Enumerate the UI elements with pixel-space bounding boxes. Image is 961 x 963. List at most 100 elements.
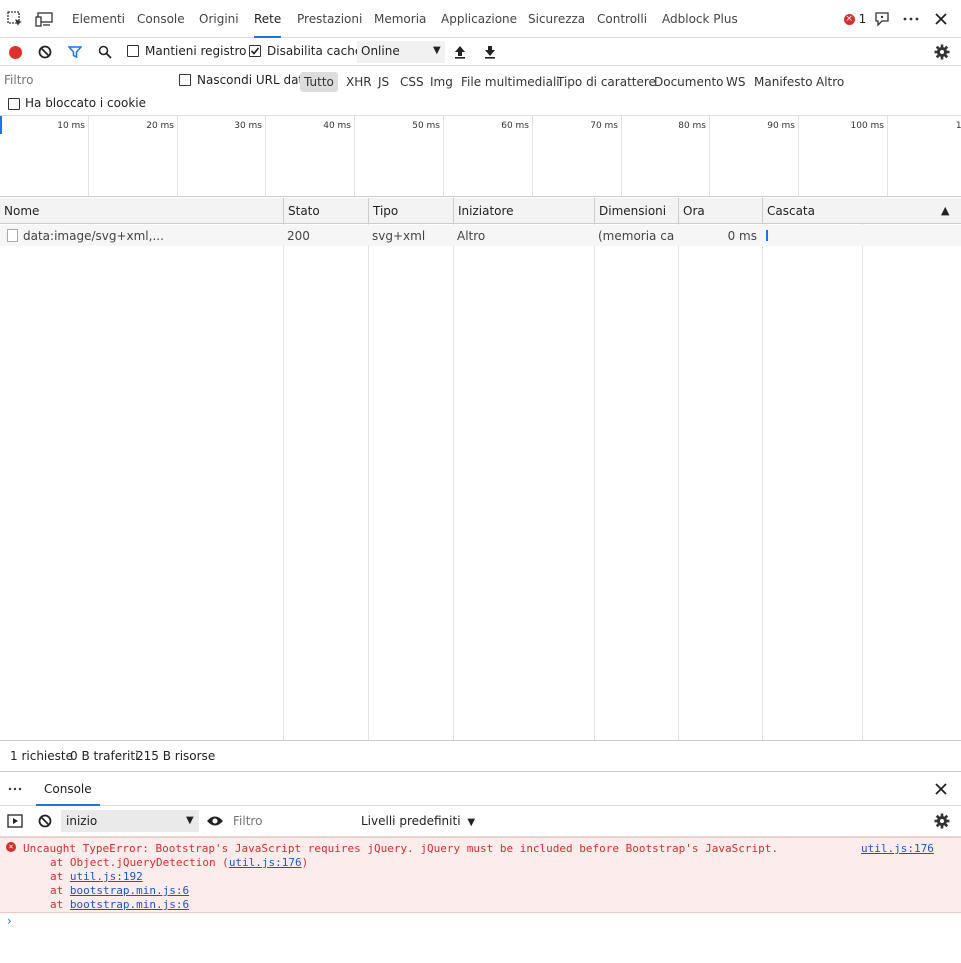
upload-icon[interactable] xyxy=(449,41,471,63)
drawer-more-icon[interactable] xyxy=(4,778,26,800)
eye-icon[interactable] xyxy=(204,810,226,832)
console-filter-input[interactable] xyxy=(233,811,353,831)
filter-icon[interactable] xyxy=(64,41,86,63)
stack-link[interactable]: bootstrap.min.js:6 xyxy=(70,884,189,897)
tab-prestazioni[interactable]: Prestazioni xyxy=(297,0,362,38)
summary-requests: 1 richieste xyxy=(10,749,73,763)
search-icon[interactable] xyxy=(94,41,116,63)
error-source-link[interactable]: util.js:176 xyxy=(861,842,934,855)
throttle-value: Online xyxy=(361,44,400,58)
close-icon[interactable] xyxy=(930,8,952,30)
filter-type-js[interactable]: JS xyxy=(378,72,389,92)
gear-icon[interactable] xyxy=(931,41,953,63)
cell-name: data:image/svg+xml,... xyxy=(23,229,164,243)
network-summary: 1 richieste 0 B traferiti 215 B risorse xyxy=(0,740,961,772)
column-divider xyxy=(678,224,679,740)
column-nome[interactable]: Nome xyxy=(0,198,283,224)
clear-icon[interactable] xyxy=(34,810,56,832)
tab-applicazione[interactable]: Applicazione xyxy=(441,0,517,38)
levels-select[interactable]: Livelli predefiniti ▼ xyxy=(361,814,475,828)
drawer-tab-console[interactable]: Console xyxy=(36,772,100,806)
tab-adblock-plus[interactable]: Adblock Plus xyxy=(662,0,738,38)
timeline-gridline xyxy=(177,116,178,196)
timeline-tick-label: 60 ms xyxy=(501,121,529,131)
console-toolbar: inizio ▼ Livelli predefiniti ▼ xyxy=(0,806,961,837)
column-ora[interactable]: Ora xyxy=(678,198,762,224)
download-icon[interactable] xyxy=(479,41,501,63)
filter-input[interactable] xyxy=(4,70,166,90)
console-prompt-input[interactable] xyxy=(20,914,950,932)
filter-type-ws[interactable]: WS xyxy=(726,72,745,92)
filter-type-css[interactable]: CSS xyxy=(400,72,424,92)
stack-prefix: at xyxy=(50,884,70,897)
context-select[interactable]: inizio ▼ xyxy=(61,810,199,832)
table-row[interactable]: data:image/svg+xml,... 200 svg+xml Altro… xyxy=(0,225,961,246)
cell-type: svg+xml xyxy=(372,229,426,243)
cell-time: 0 ms xyxy=(727,229,757,243)
column-stato[interactable]: Stato xyxy=(283,198,368,224)
stack-prefix: at Object.jQueryDetection ( xyxy=(50,856,229,869)
filter-type-media[interactable]: File multimediali xyxy=(461,72,560,92)
tab-console[interactable]: Console xyxy=(137,0,185,38)
error-circle-icon: × xyxy=(6,842,16,852)
gear-icon[interactable] xyxy=(931,810,953,832)
tab-elementi[interactable]: Elementi xyxy=(72,0,125,38)
cell-initiator: Altro xyxy=(457,229,486,243)
preserve-log-label: Mantieni registro xyxy=(145,44,247,58)
column-divider xyxy=(453,224,454,740)
sort-up-icon[interactable]: ▲ xyxy=(941,204,949,217)
tab-sicurezza[interactable]: Sicurezza xyxy=(528,0,585,38)
timeline-gridline xyxy=(798,116,799,196)
chevron-down-icon: ▼ xyxy=(467,817,476,828)
hide-data-urls-checkbox[interactable] xyxy=(179,74,191,86)
file-icon xyxy=(7,229,18,242)
timeline-tick-label: 50 ms xyxy=(412,121,440,131)
cell-status: 200 xyxy=(287,229,310,243)
column-dimensioni[interactable]: Dimensioni xyxy=(594,198,678,224)
filter-type-img[interactable]: Img xyxy=(430,72,453,92)
inspect-icon[interactable] xyxy=(4,8,26,30)
tab-controlli[interactable]: Controlli xyxy=(597,0,647,38)
feedback-icon[interactable] xyxy=(871,8,893,30)
tab-origini[interactable]: Origini xyxy=(199,0,239,38)
tab-rete[interactable]: Rete xyxy=(254,0,282,38)
filter-type-font[interactable]: Tipo di carattere xyxy=(557,72,656,92)
devtools-tabbar: Elementi Console Origini Rete Prestazion… xyxy=(0,0,961,38)
stack-link[interactable]: util.js:176 xyxy=(229,856,302,869)
tab-memoria[interactable]: Memoria xyxy=(374,0,426,38)
filter-type-other[interactable]: Altro xyxy=(816,72,844,92)
clear-icon[interactable] xyxy=(34,41,56,63)
hide-data-urls-label: Nascondi URL dati xyxy=(197,73,307,87)
filter-bar: Nascondi URL dati Tutto XHR JS CSS Img F… xyxy=(0,66,961,116)
timeline-tick-label: 40 ms xyxy=(323,121,351,131)
requests-table-header: Nome Stato Tipo Iniziatore Dimensioni Or… xyxy=(0,198,961,224)
stack-link[interactable]: bootstrap.min.js:6 xyxy=(70,898,189,911)
stack-prefix: at xyxy=(50,870,70,883)
stack-line: at util.js:192 xyxy=(50,870,143,883)
column-cascata[interactable]: Cascata xyxy=(762,198,961,224)
error-counter[interactable]: × 1 xyxy=(840,8,870,30)
play-sidebar-icon[interactable] xyxy=(4,810,26,832)
filter-type-manifest[interactable]: Manifesto xyxy=(754,72,813,92)
record-icon[interactable] xyxy=(4,41,26,63)
filter-type-xhr[interactable]: XHR xyxy=(346,72,372,92)
more-icon[interactable] xyxy=(900,8,922,30)
column-tipo[interactable]: Tipo xyxy=(368,198,453,224)
blocked-cookies-checkbox[interactable] xyxy=(8,98,20,110)
disable-cache-checkbox[interactable] xyxy=(249,45,261,57)
timeline-gridline xyxy=(354,116,355,196)
timeline-gridline xyxy=(443,116,444,196)
stack-link[interactable]: util.js:192 xyxy=(70,870,143,883)
timeline-tick-label: 80 ms xyxy=(678,121,706,131)
close-icon[interactable] xyxy=(930,778,952,800)
filter-type-doc[interactable]: Documento xyxy=(654,72,724,92)
filter-type-tutto[interactable]: Tutto xyxy=(300,72,338,92)
timeline-overview[interactable]: 10 ms 20 ms 30 ms 40 ms 50 ms 60 ms 70 ms 80 ms… xyxy=(0,116,961,197)
column-iniziatore[interactable]: Iniziatore xyxy=(453,198,594,224)
preserve-log-checkbox[interactable] xyxy=(127,45,139,57)
throttle-select[interactable]: Online ▼ xyxy=(357,41,445,63)
device-icon[interactable] xyxy=(34,8,56,30)
stack-line: at bootstrap.min.js:6 xyxy=(50,884,189,897)
timeline-gridline xyxy=(265,116,266,196)
console-error-message: × Uncaught TypeError: Bootstrap's JavaSc… xyxy=(0,837,961,913)
